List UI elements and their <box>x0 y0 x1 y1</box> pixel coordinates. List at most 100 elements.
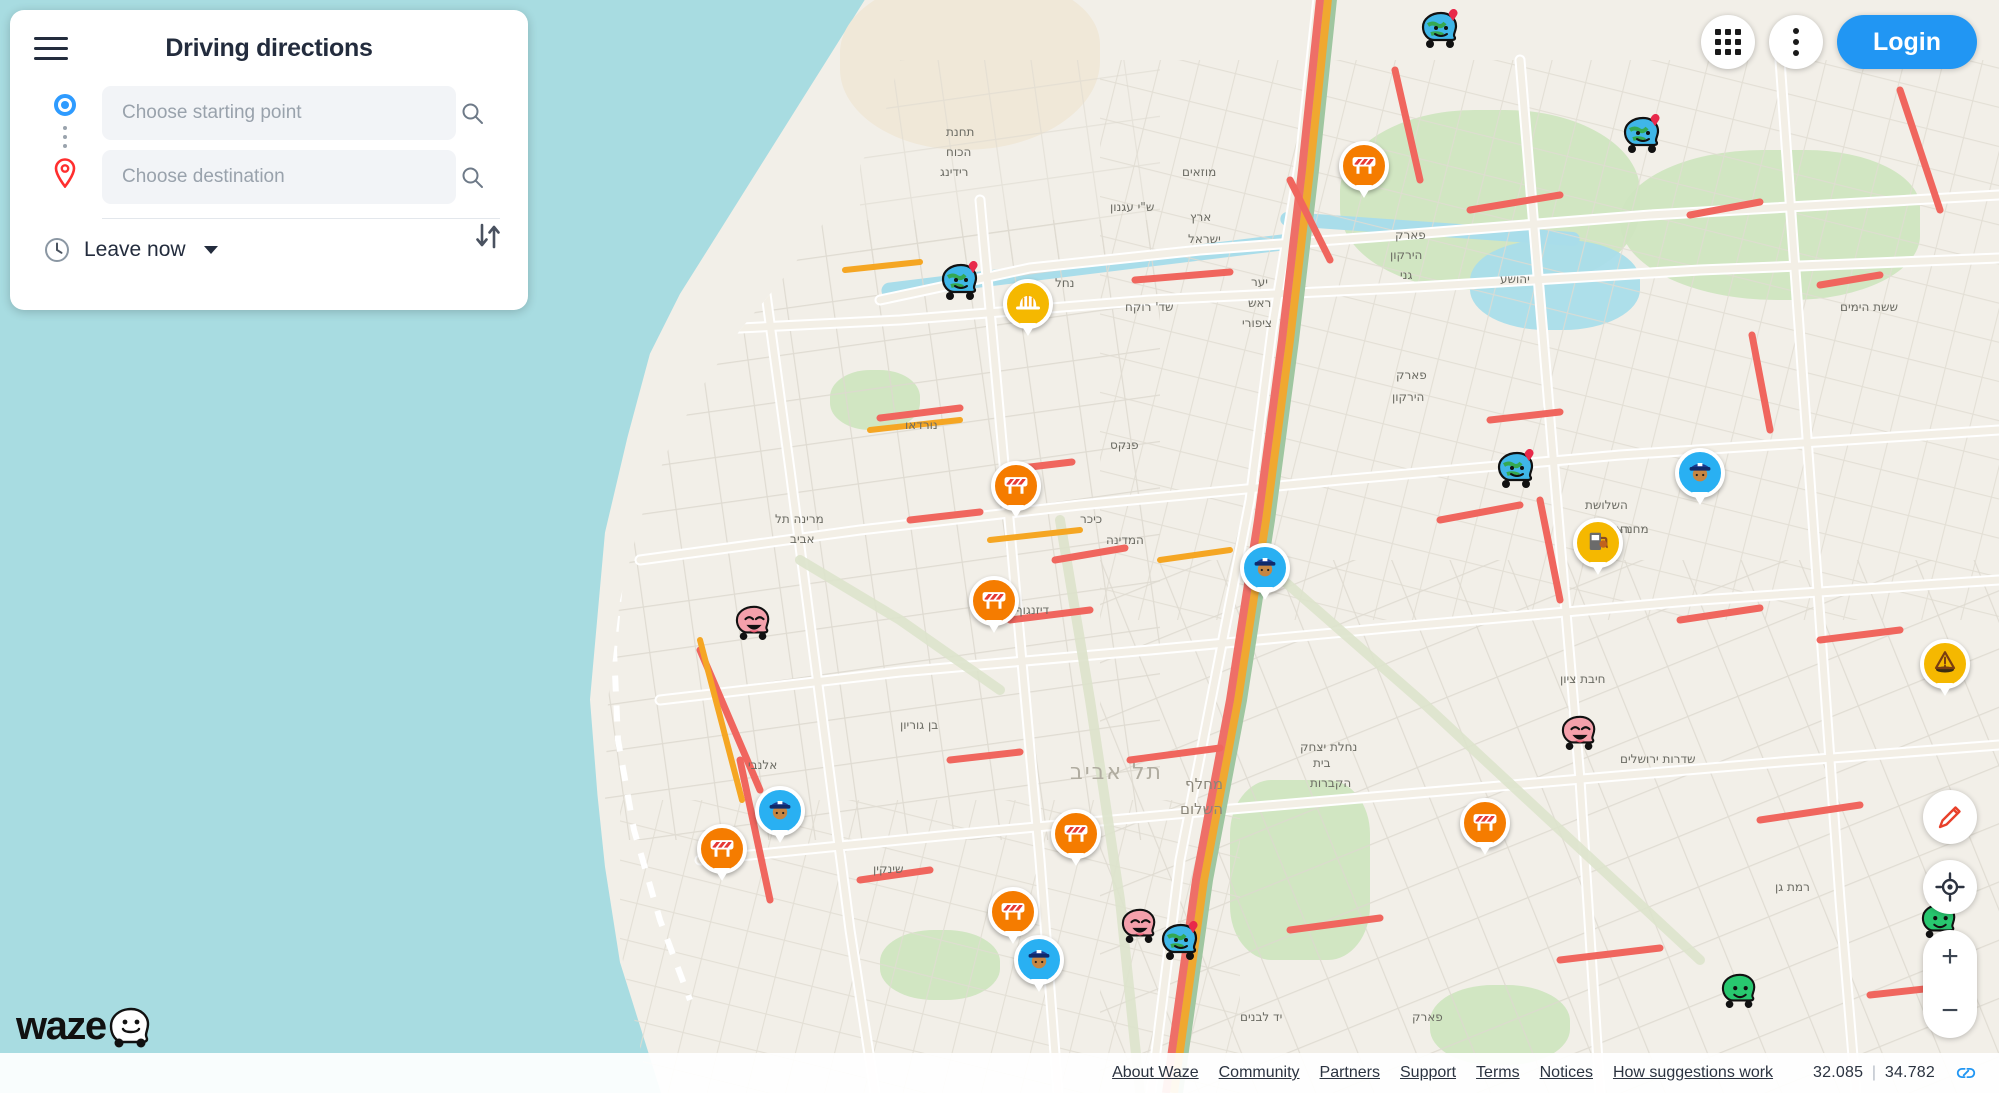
marker-pin <box>1460 798 1510 855</box>
footer-links: About Waze Community Partners Support Terms N… <box>1112 1064 1793 1082</box>
top-right-controls: Login <box>1700 15 1977 69</box>
pencil-edit-icon[interactable] <box>1923 790 1977 844</box>
page-title: Driving directions <box>165 33 373 62</box>
route-inputs <box>10 86 528 249</box>
construction-helmet-icon <box>1013 287 1043 322</box>
marker-pin <box>1014 935 1064 992</box>
road-closure-icon <box>707 832 737 867</box>
map-marker-mood-laugh[interactable] <box>1119 906 1161 949</box>
marker-pin <box>1675 448 1725 505</box>
footer-link-about-waze[interactable]: About Waze <box>1112 1064 1199 1081</box>
locate-crosshair-icon[interactable] <box>1923 860 1977 914</box>
map-marker-closure[interactable] <box>1460 798 1510 855</box>
marker-pin <box>991 461 1041 518</box>
map-marker-mood-earth[interactable] <box>1495 448 1539 494</box>
road-closure-icon <box>979 584 1009 619</box>
road-closure-icon <box>1061 817 1091 852</box>
map-marker-hazard[interactable] <box>1920 639 1970 696</box>
wazer-earth-icon <box>1495 448 1539 493</box>
marker-pin <box>988 887 1038 944</box>
footer-link-community[interactable]: Community <box>1219 1064 1300 1081</box>
destination-pin-icon <box>54 158 76 188</box>
map-marker-mood-laugh[interactable] <box>733 603 775 646</box>
park-south-green <box>1230 780 1370 960</box>
map-marker-mood-earth[interactable] <box>1621 113 1665 159</box>
map-coordinates: 32.085 | 34.782 <box>1813 1064 1935 1082</box>
map-marker-mood-earth[interactable] <box>1419 8 1463 54</box>
wazer-laugh-icon <box>1119 908 1161 948</box>
map-marker-police[interactable] <box>1014 935 1064 992</box>
rail-dots <box>63 121 67 153</box>
footer-link-terms[interactable]: Terms <box>1476 1064 1520 1081</box>
login-button[interactable]: Login <box>1836 15 1977 69</box>
search-icon-origin[interactable] <box>460 101 484 125</box>
wazer-laugh-icon <box>1559 715 1601 755</box>
map-marker-gas[interactable] <box>1573 518 1623 575</box>
map-marker-mood-earth[interactable] <box>939 260 983 306</box>
police-officer-icon <box>764 793 796 830</box>
footer-link-how-suggestions-work[interactable]: How suggestions work <box>1613 1064 1773 1081</box>
search-icon-destination[interactable] <box>460 165 484 189</box>
kebab-menu-icon[interactable] <box>1768 15 1823 69</box>
park-yarkon-lake <box>1470 240 1640 330</box>
wazer-laugh-icon <box>733 605 775 645</box>
footer-link-partners[interactable]: Partners <box>1320 1064 1380 1081</box>
road-closure-icon <box>998 895 1028 930</box>
road-closure-icon <box>1470 806 1500 841</box>
zoom-out-button[interactable]: − <box>1923 984 1977 1038</box>
marker-pin <box>1003 279 1053 336</box>
footer-link-notices[interactable]: Notices <box>1540 1064 1593 1081</box>
zoom-in-button[interactable]: + <box>1923 930 1977 984</box>
police-officer-icon <box>1023 942 1055 979</box>
road-closure-icon <box>1349 149 1379 184</box>
map-marker-closure[interactable] <box>1339 141 1389 198</box>
footer-link-support[interactable]: Support <box>1400 1064 1456 1081</box>
park-small-c <box>830 370 920 430</box>
map-marker-mood-laugh[interactable] <box>1559 713 1601 756</box>
map-marker-police[interactable] <box>1240 543 1290 600</box>
origin-field-wrap <box>102 86 500 140</box>
permalink-icon[interactable] <box>1955 1062 1977 1084</box>
road-closure-icon <box>1001 469 1031 504</box>
route-rail <box>53 94 77 198</box>
leave-time-selector[interactable]: Leave now <box>44 237 528 263</box>
map-marker-closure[interactable] <box>991 461 1041 518</box>
marker-pin <box>969 576 1019 633</box>
hazard-warning-icon <box>1930 647 1960 682</box>
map-marker-police[interactable] <box>1675 448 1725 505</box>
destination-field-wrap <box>102 150 500 204</box>
waze-logo[interactable]: waze <box>16 1004 154 1049</box>
coordinate-separator: | <box>1871 1064 1877 1081</box>
map-side-controls: + − <box>1923 790 1977 1038</box>
marker-pin <box>1339 141 1389 198</box>
map-marker-closure[interactable] <box>1051 809 1101 866</box>
grid-apps-icon[interactable] <box>1700 15 1755 69</box>
police-officer-icon <box>1684 455 1716 492</box>
search-input-destination[interactable] <box>102 150 456 204</box>
footer-bar: About Waze Community Partners Support Terms N… <box>0 1053 1999 1093</box>
driving-directions-panel: Driving directions Choose starting point… <box>10 10 528 310</box>
swap-arrows-icon[interactable] <box>466 214 510 258</box>
wazer-green-icon <box>1719 973 1761 1013</box>
map-marker-closure[interactable] <box>697 824 747 881</box>
coordinate-lat: 32.085 <box>1813 1064 1864 1081</box>
map-marker-police[interactable] <box>755 786 805 843</box>
search-input-origin[interactable] <box>102 86 456 140</box>
map-marker-mood-earth[interactable] <box>1159 920 1203 966</box>
map-marker-mood-green[interactable] <box>1719 971 1761 1014</box>
map-marker-closure[interactable] <box>969 576 1019 633</box>
map-marker-closure[interactable] <box>988 887 1038 944</box>
waze-map-app: תל אביב תחנת הכוח רידינג שד' רוקח ש"י עגנון נ… <box>0 0 1999 1093</box>
wazer-earth-icon <box>1621 113 1665 158</box>
menu-icon[interactable] <box>34 30 68 67</box>
chevron-down-icon[interactable] <box>203 246 218 254</box>
map-marker-construction[interactable] <box>1003 279 1053 336</box>
wazer-earth-icon <box>1419 8 1463 53</box>
panel-divider <box>102 218 500 219</box>
marker-pin <box>1051 809 1101 866</box>
leave-now-label: Leave now <box>84 238 186 261</box>
marker-pin <box>697 824 747 881</box>
marker-pin <box>1920 639 1970 696</box>
marker-pin <box>1240 543 1290 600</box>
wazer-earth-icon <box>939 260 983 305</box>
